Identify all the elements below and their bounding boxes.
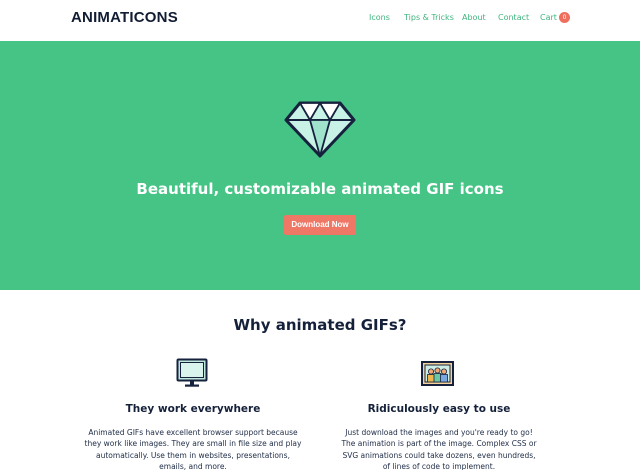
nav-link-contact[interactable]: Contact: [498, 13, 529, 22]
site-header: ANIMATICONS Icons Tips & Tricks About Co…: [0, 0, 640, 40]
feature-title-easy-to-use: Ridiculously easy to use: [367, 403, 511, 415]
nav-link-cart[interactable]: Cart: [540, 13, 557, 22]
feature-text-easy-to-use: Just download the images and you're read…: [341, 428, 537, 470]
nav-link-about[interactable]: About: [462, 13, 486, 22]
why-section-title: Why animated GIFs?: [233, 316, 407, 334]
nav-link-tips-tricks[interactable]: Tips & Tricks: [404, 13, 454, 22]
feature-title-work-everywhere: They work everywhere: [125, 403, 261, 415]
picture-icon: [421, 361, 454, 386]
cart-count-badge[interactable]: 0: [559, 12, 570, 23]
feature-text-work-everywhere: Animated GIFs have excellent browser sup…: [84, 428, 302, 470]
nav-link-icons[interactable]: Icons: [369, 13, 390, 22]
hero-section: Beautiful, customizable animated GIF ico…: [0, 41, 640, 290]
monitor-icon: [176, 358, 208, 387]
main-nav: Icons Tips & Tricks About Contact Cart: [0, 13, 640, 27]
diamond-icon: [284, 101, 356, 158]
hero-title: Beautiful, customizable animated GIF ico…: [136, 180, 504, 198]
download-now-button[interactable]: Download Now: [284, 215, 356, 235]
